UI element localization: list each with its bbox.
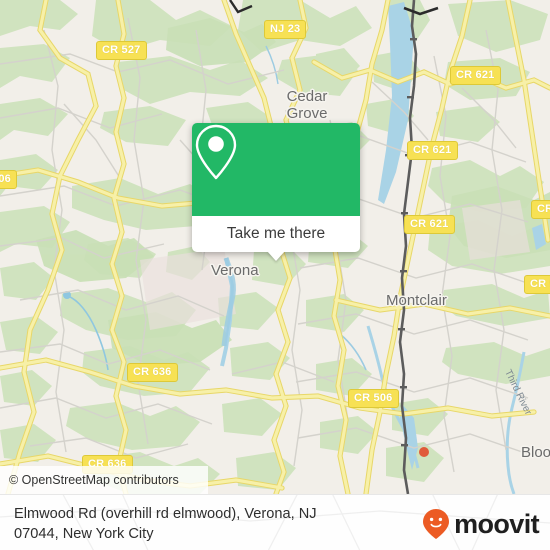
- road-shield-cr-621-north[interactable]: CR 621: [450, 66, 501, 85]
- shield-label: CR 5: [530, 278, 550, 290]
- map-canvas[interactable]: CR 527 NJ 23 CR 621 CR 621 CR 621 CR 5 C…: [0, 0, 550, 494]
- osm-attribution[interactable]: © OpenStreetMap contributors: [0, 466, 208, 494]
- address-text: Elmwood Rd (overhill rd elmwood), Verona…: [14, 504, 394, 544]
- address-line-1: Elmwood Rd (overhill rd elmwood), Verona…: [14, 506, 317, 522]
- place-label-text: Verona: [211, 262, 259, 279]
- take-me-there-label: Take me there: [226, 225, 326, 242]
- place-label-cedar-grove: Cedar Grove: [275, 88, 339, 122]
- address-footer: Elmwood Rd (overhill rd elmwood), Verona…: [0, 494, 550, 550]
- shield-label: NJ 23: [270, 23, 301, 35]
- shield-label: 506: [0, 173, 11, 185]
- moovit-logo[interactable]: moovit: [421, 508, 540, 540]
- shield-label: CR 621: [456, 69, 495, 81]
- place-label-text: Montclair: [386, 292, 447, 309]
- osm-attribution-text: © OpenStreetMap contributors: [9, 473, 179, 487]
- map-pin-icon: [195, 124, 237, 180]
- road-shield-nj-23[interactable]: NJ 23: [264, 20, 307, 39]
- popup-header: [192, 123, 360, 216]
- shield-label: CR 636: [133, 366, 172, 378]
- place-label-text: Bloom: [521, 444, 550, 461]
- road-shield-cr-621-mid[interactable]: CR 621: [407, 141, 458, 160]
- popup-pointer: [267, 251, 285, 261]
- moovit-smiley-pin-icon: [423, 509, 450, 539]
- road-shield-cr-5-clipped-right[interactable]: CR 5: [531, 200, 550, 219]
- shield-label: CR 621: [410, 218, 449, 230]
- take-me-there-button[interactable]: Take me there: [192, 216, 360, 261]
- place-label-verona: Verona: [211, 262, 259, 279]
- moovit-wordmark: moovit: [454, 508, 540, 539]
- place-label-bloomfield-clipped: Bloom: [521, 444, 550, 461]
- shield-label: CR 506: [354, 392, 393, 404]
- map-screenshot: CR 527 NJ 23 CR 621 CR 621 CR 621 CR 5 C…: [0, 0, 550, 550]
- place-label-montclair: Montclair: [386, 292, 447, 309]
- shield-label: CR 621: [413, 144, 452, 156]
- road-shield-cr-527[interactable]: CR 527: [96, 41, 147, 60]
- road-shield-cr-506[interactable]: CR 506: [348, 389, 399, 408]
- location-popup[interactable]: Take me there: [192, 123, 360, 261]
- shield-label: CR 527: [102, 44, 141, 56]
- address-line-2: 07044, New York City: [14, 526, 154, 542]
- road-shield-cr-621-south[interactable]: CR 621: [404, 215, 455, 234]
- road-shield-506-clipped-left[interactable]: 506: [0, 170, 17, 189]
- place-label-text: Cedar Grove: [286, 88, 328, 122]
- road-shield-cr-636-upper[interactable]: CR 636: [127, 363, 178, 382]
- road-shield-cr-5-clipped-right-2[interactable]: CR 5: [524, 275, 550, 294]
- shield-label: CR 5: [537, 203, 550, 215]
